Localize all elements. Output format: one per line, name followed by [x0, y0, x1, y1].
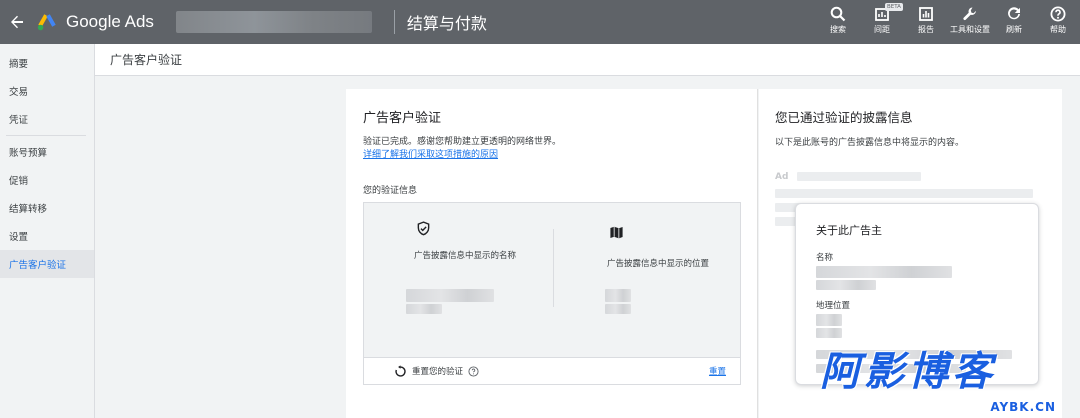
verification-description: 验证已完成。感谢您帮助建立更透明的网络世界。 [363, 137, 562, 147]
sidebar-nav: 摘要 交易 凭证 账号预算 促销 结算转移 设置 广告客户验证 [0, 44, 95, 418]
sidebar-item-settings[interactable]: 设置 [0, 222, 94, 250]
disclosure-title: 您已通过验证的披露信息 [775, 110, 913, 125]
wrench-icon [963, 7, 976, 21]
verification-info-box: 广告披露信息中显示的名称 广告披露信息中显示的位置 [363, 202, 741, 357]
about-advertiser-title: 关于此广告主 [816, 224, 882, 237]
sidebar-item-billing-transfer[interactable]: 结算转移 [0, 194, 94, 222]
name-item-label: 广告披露信息中显示的名称 [414, 251, 517, 261]
reset-verification-text: 重置您的验证 [412, 367, 464, 377]
sidebar-item-transactions[interactable]: 交易 [0, 77, 94, 105]
location-item-label: 广告披露信息中显示的位置 [607, 259, 710, 269]
search-icon [830, 6, 846, 22]
help-button[interactable]: 帮助 [1036, 0, 1080, 44]
brand-name[interactable]: Google Ads [66, 12, 154, 32]
back-arrow-icon[interactable] [0, 0, 34, 44]
preview-headline-placeholder [775, 189, 1033, 198]
help-icon [1050, 6, 1066, 22]
reset-verification-row: 重置您的验证 重置 [363, 357, 741, 385]
search-button[interactable]: 搜索 [816, 0, 860, 44]
info-divider [553, 229, 554, 307]
divider [393, 10, 395, 34]
advertiser-name-value [816, 266, 952, 278]
verified-name-value-2 [406, 304, 442, 314]
verified-location-value [605, 289, 631, 302]
top-app-bar: Google Ads 结算与付款 搜索 BETA 间距 报告 工具和设置 刷新 … [0, 0, 1080, 44]
sidebar-item-account-budget[interactable]: 账号预算 [0, 138, 94, 166]
help-circle-icon[interactable] [468, 365, 479, 377]
advertiser-location-label: 地理位置 [816, 301, 851, 311]
map-icon [609, 225, 624, 244]
sidebar-item-summary[interactable]: 摘要 [0, 49, 94, 77]
advertiser-name-label: 名称 [816, 253, 834, 263]
advertiser-name-value-2 [816, 280, 876, 290]
account-selector[interactable] [175, 11, 372, 33]
verified-name-value [406, 289, 494, 302]
refresh-button[interactable]: 刷新 [992, 0, 1036, 44]
reports-button[interactable]: 报告 [904, 0, 948, 44]
beta-badge: BETA [885, 3, 903, 11]
page-title-bar: 广告客户验证 [95, 44, 1080, 76]
toolbar: 搜索 BETA 间距 报告 工具和设置 刷新 帮助 [816, 0, 1080, 44]
verification-title: 广告客户验证 [363, 111, 442, 126]
page-title: 广告客户验证 [110, 53, 183, 67]
learn-more-link[interactable]: 详细了解我们采取这项措施的原因 [363, 147, 498, 160]
ad-badge: Ad [775, 172, 789, 182]
advertiser-location-value [816, 314, 842, 326]
page-heading: 结算与付款 [406, 14, 487, 33]
verification-card: 广告客户验证 验证已完成。感谢您帮助建立更透明的网络世界。 详细了解我们采取这项… [346, 89, 758, 418]
reset-button[interactable]: 重置 [709, 365, 726, 377]
verification-info-label: 您的验证信息 [363, 186, 418, 196]
refresh-icon [1008, 7, 1020, 20]
advertiser-location-value-2 [816, 328, 842, 338]
chart-icon [919, 7, 933, 21]
spacing-button[interactable]: BETA 间距 [860, 0, 904, 44]
verified-shield-icon [416, 221, 431, 240]
sidebar-item-advertiser-verification[interactable]: 广告客户验证 [0, 250, 94, 278]
google-ads-logo-icon [37, 14, 56, 31]
watermark-domain: AYBK.CN [990, 400, 1056, 414]
tools-settings-button[interactable]: 工具和设置 [948, 0, 992, 44]
disclosure-description: 以下是此账号的广告披露信息中将显示的内容。 [775, 138, 965, 148]
sidebar-divider [6, 135, 86, 136]
site-watermark: 阿影博客 AYBK.CN [820, 350, 1070, 416]
preview-url-placeholder [797, 172, 921, 181]
sidebar-item-documents[interactable]: 凭证 [0, 105, 94, 133]
reset-icon [395, 364, 406, 377]
verified-location-value-2 [605, 304, 631, 314]
sidebar-item-promotions[interactable]: 促销 [0, 166, 94, 194]
watermark-chinese: 阿影博客 [820, 349, 996, 395]
